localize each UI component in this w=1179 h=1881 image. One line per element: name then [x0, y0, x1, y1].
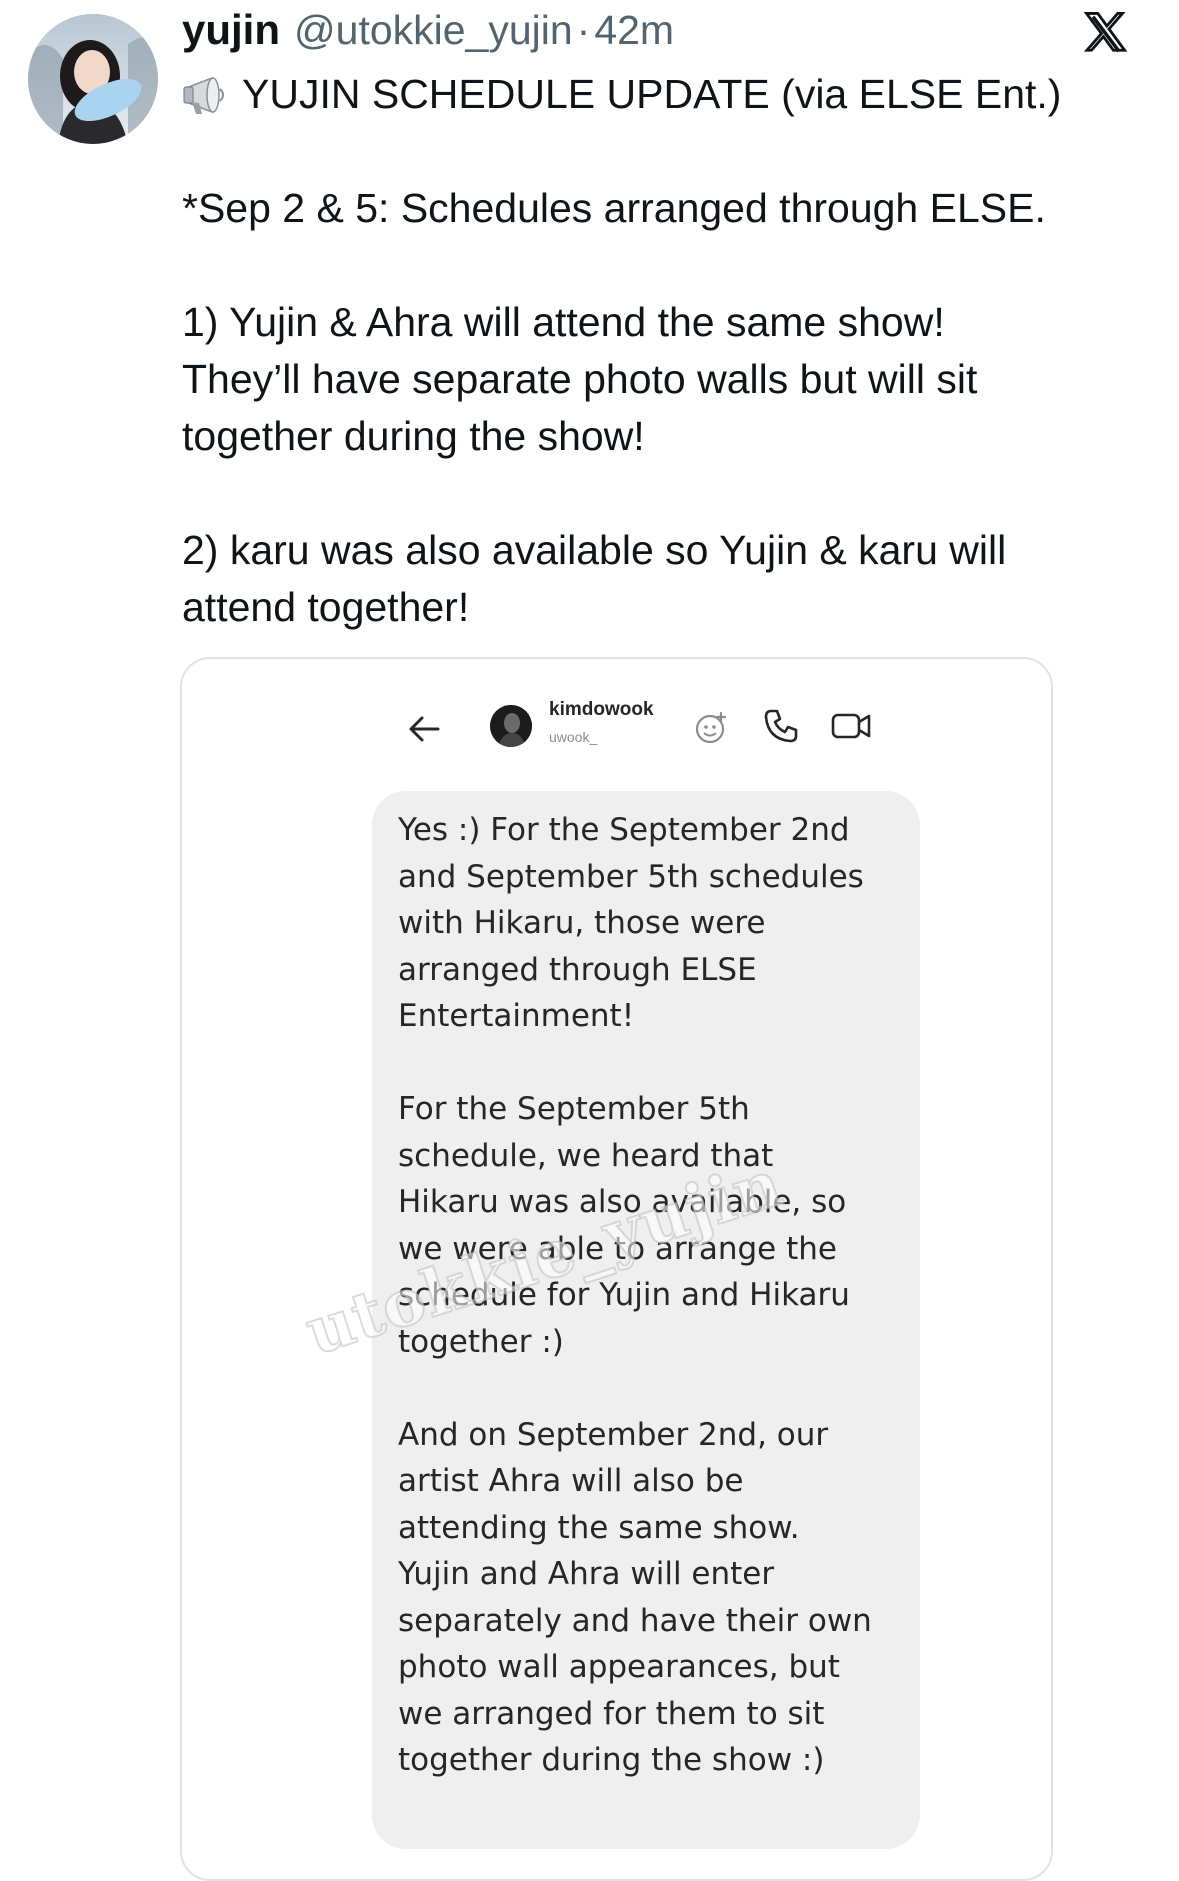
author-handle[interactable]: @utokkie_yujin [294, 7, 573, 54]
tweet-media-image[interactable]: kimdowook uwook_ Yes :) For the Septembe… [180, 657, 1053, 1881]
tweet-headline: YUJIN SCHEDULE UPDATE (via ELSE Ent.) [182, 66, 1142, 123]
tweet-header: yujin @utokkie_yujin · 42m [182, 6, 674, 62]
dm-username: kimdowook [549, 699, 654, 720]
author-display-name[interactable]: yujin [182, 6, 280, 54]
author-avatar[interactable] [28, 14, 158, 144]
dm-avatar [490, 705, 532, 747]
separator-dot: · [576, 7, 591, 53]
dm-message-paragraph: Yes :) For the September 2nd and Septemb… [398, 812, 864, 1034]
tweet-timestamp[interactable]: 42m [594, 7, 674, 54]
tweet-paragraph: 1) Yujin & Ahra will attend the same sho… [182, 299, 978, 459]
x-logo-icon [1080, 8, 1132, 60]
dm-message-paragraph: And on September 2nd, our artist Ahra wi… [398, 1416, 872, 1779]
effects-icon [695, 711, 727, 744]
phone-icon [764, 709, 798, 743]
tweet-headline-text: YUJIN SCHEDULE UPDATE (via ELSE Ent.) [242, 71, 1062, 117]
tweet-body: YUJIN SCHEDULE UPDATE (via ELSE Ent.) *S… [182, 66, 1142, 636]
profile-photo [28, 14, 158, 144]
dm-subname: uwook_ [549, 729, 598, 745]
back-arrow-icon [409, 716, 440, 742]
megaphone-icon [183, 76, 224, 114]
tweet-paragraph: 2) karu was also available so Yujin & ka… [182, 527, 1007, 630]
tweet-paragraph: *Sep 2 & 5: Schedules arranged through E… [182, 185, 1046, 231]
dm-header: kimdowook uwook_ [182, 697, 1051, 777]
video-camera-icon [831, 713, 871, 739]
